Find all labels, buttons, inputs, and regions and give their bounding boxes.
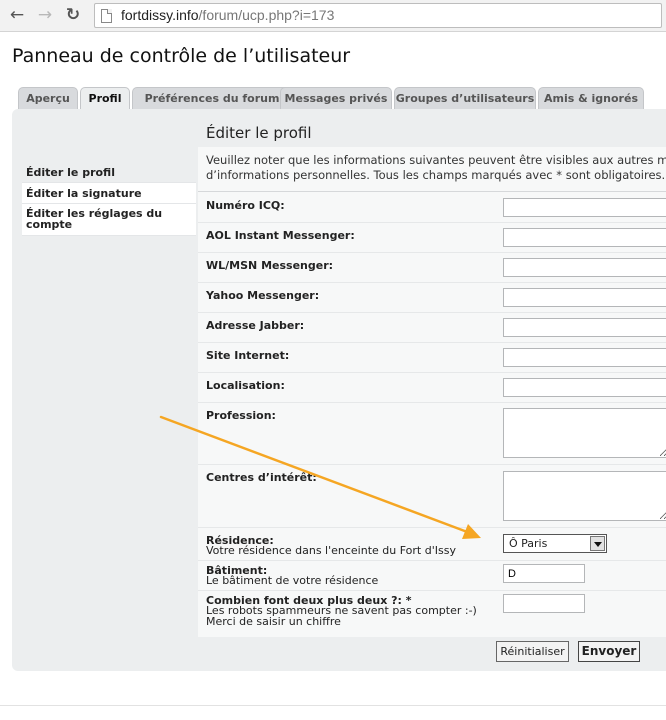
interests-label: Centres d’intérêt: [206, 471, 317, 484]
tab-groupes[interactable]: Groupes d’utilisateurs [394, 87, 536, 109]
yahoo-input[interactable] [503, 288, 666, 307]
sidebar-item-edit-profile[interactable]: Éditer le profil [22, 162, 196, 183]
row-separator [198, 372, 666, 373]
browser-toolbar: ← → ↻ fortdissy.info/forum/ucp.php?i=173 [0, 0, 666, 32]
aim-label: AOL Instant Messenger: [206, 229, 355, 242]
msn-label: WL/MSN Messenger: [206, 259, 334, 272]
url-text: fortdissy.info/forum/ucp.php?i=173 [121, 7, 334, 23]
form-divider [198, 191, 666, 192]
tab-apercu[interactable]: Aperçu [18, 87, 78, 109]
row-separator [198, 464, 666, 465]
website-input[interactable] [503, 348, 666, 367]
aim-input[interactable] [503, 228, 666, 247]
page-icon [101, 9, 112, 23]
row-separator [198, 222, 666, 223]
sidebar-item-edit-account[interactable]: Éditer les réglages du compte [22, 204, 196, 236]
submit-button[interactable]: Envoyer [578, 641, 640, 662]
row-separator [198, 402, 666, 403]
tab-profil[interactable]: Profil [80, 87, 130, 110]
profession-label: Profession: [206, 409, 276, 422]
row-separator [198, 252, 666, 253]
row-separator [198, 312, 666, 313]
row-separator [198, 342, 666, 343]
building-input[interactable] [503, 564, 585, 583]
location-label: Localisation: [206, 379, 285, 392]
sidebar-item-edit-signature[interactable]: Éditer la signature [22, 183, 196, 204]
residence-select[interactable]: Ô Paris [503, 534, 607, 553]
residence-selected: Ô Paris [509, 537, 548, 550]
tab-preferences[interactable]: Préférences du forum [132, 87, 292, 109]
captcha-help-2: Merci de saisir un chiffre [206, 615, 341, 628]
jabber-input[interactable] [503, 318, 666, 337]
forward-arrow-icon[interactable]: → [34, 4, 56, 26]
page-divider [0, 705, 666, 706]
row-separator [198, 282, 666, 283]
page-title: Panneau de contrôle de l’utilisateur [12, 45, 351, 67]
interests-textarea[interactable] [503, 471, 666, 521]
icq-label: Numéro ICQ: [206, 199, 285, 212]
icq-input[interactable] [503, 198, 666, 217]
website-label: Site Internet: [206, 349, 290, 362]
location-input[interactable] [503, 378, 666, 397]
sidebar-menu: Éditer le profil Éditer la signature Édi… [22, 162, 196, 236]
chevron-down-icon[interactable] [590, 536, 605, 551]
row-separator [198, 590, 666, 591]
address-bar[interactable]: fortdissy.info/forum/ucp.php?i=173 [94, 3, 662, 28]
reset-button[interactable]: Réinitialiser [496, 641, 569, 662]
url-host: fortdissy.info [121, 7, 199, 23]
profession-textarea[interactable] [503, 408, 666, 458]
form-title: Éditer le profil [206, 124, 312, 142]
building-help: Le bâtiment de votre résidence [206, 574, 379, 587]
tab-messages[interactable]: Messages privés [280, 87, 392, 109]
form-notice: Veuillez noter que les informations suiv… [206, 153, 666, 183]
row-separator [198, 527, 666, 528]
jabber-label: Adresse Jabber: [206, 319, 305, 332]
yahoo-label: Yahoo Messenger: [206, 289, 320, 302]
tab-amis[interactable]: Amis & ignorés [538, 87, 644, 109]
notice-line-2: d’informations personnelles. Tous les ch… [206, 168, 666, 182]
reload-icon[interactable]: ↻ [62, 4, 84, 26]
captcha-input[interactable] [503, 594, 585, 613]
url-path: /forum/ucp.php?i=173 [198, 7, 335, 23]
back-arrow-icon[interactable]: ← [6, 4, 28, 26]
notice-line-1: Veuillez noter que les informations suiv… [206, 153, 666, 167]
msn-input[interactable] [503, 258, 666, 277]
residence-help: Votre résidence dans l'enceinte du Fort … [206, 544, 456, 557]
row-separator [198, 560, 666, 561]
